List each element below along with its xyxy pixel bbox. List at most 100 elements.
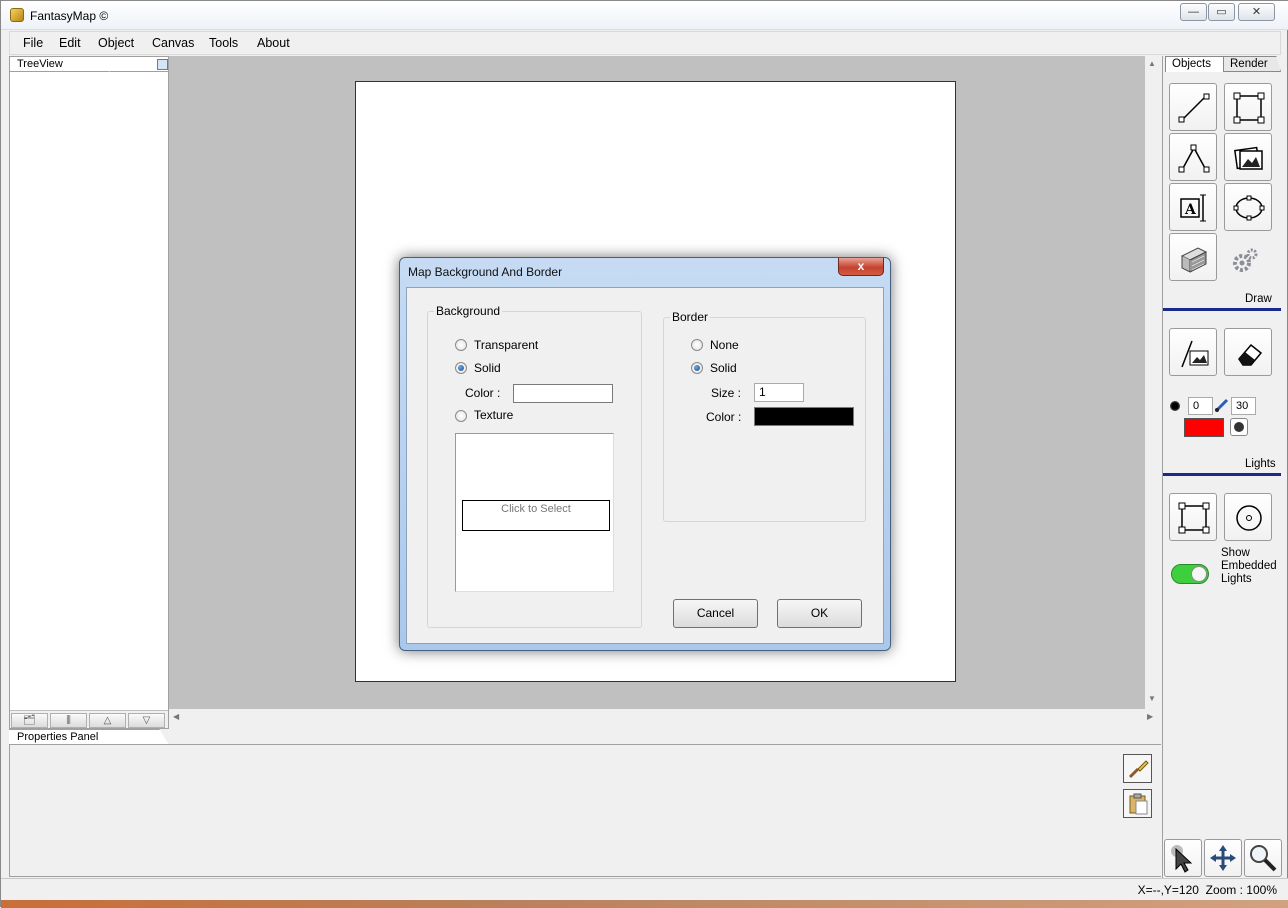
tree-open-button[interactable]: 🗂	[11, 713, 48, 728]
menu-edit[interactable]: Edit	[59, 36, 81, 50]
image-tool-button[interactable]	[1224, 133, 1272, 181]
lights-section-label: Lights	[1245, 458, 1276, 470]
tab-treeview[interactable]: TreeView	[10, 57, 110, 72]
hatch-tool-button[interactable]	[1169, 233, 1217, 281]
point-light-icon	[1236, 505, 1262, 531]
cursor-coordinates: X=--,Y=120	[1137, 883, 1199, 897]
zoom-tool-button[interactable]	[1244, 839, 1282, 877]
light-paint-tool-button[interactable]	[1169, 328, 1217, 376]
paste-button[interactable]	[1123, 789, 1152, 818]
border-solid-radio[interactable]	[691, 362, 703, 374]
move-arrows-icon	[1210, 845, 1236, 871]
dialog-body: Background Transparent Solid Color : Tex…	[406, 287, 884, 644]
light-radius-min-input[interactable]: 0	[1188, 397, 1213, 415]
tab-properties[interactable]: Properties Panel	[9, 729, 169, 745]
border-none-radio[interactable]	[691, 339, 703, 351]
dialog-title: Map Background And Border	[408, 265, 563, 279]
menu-canvas[interactable]: Canvas	[152, 36, 194, 50]
window-title: FantasyMap ©	[30, 9, 109, 23]
border-group-title: Border	[670, 310, 711, 324]
scroll-right-icon[interactable]: ▶	[1147, 712, 1153, 721]
border-size-input[interactable]: 1	[754, 383, 804, 402]
ellipse-icon	[1233, 195, 1265, 221]
horizontal-scrollbar[interactable]: ◀ ▶	[169, 709, 1161, 727]
bg-transparent-radio[interactable]	[455, 339, 467, 351]
magnifier-icon	[1250, 845, 1277, 872]
draw-section-label: Draw	[1245, 293, 1272, 305]
bg-transparent-label: Transparent	[474, 338, 539, 352]
dialog-close-button[interactable]: x	[838, 258, 884, 276]
light-shape-button[interactable]	[1230, 418, 1248, 436]
status-text: X=--,Y=120 Zoom : 100%	[1138, 883, 1277, 897]
app-window: FantasyMap © — ▭ ✕ File Edit Object Canv…	[0, 0, 1288, 908]
svg-text:A: A	[1184, 202, 1197, 218]
pen-icon	[1214, 397, 1230, 416]
tab-render[interactable]: Render	[1223, 56, 1281, 72]
menu-about[interactable]: About	[257, 36, 290, 50]
select-tool-button[interactable]	[1164, 839, 1202, 877]
light-color-swatch[interactable]	[1184, 418, 1224, 437]
bg-color-label: Color :	[465, 386, 501, 400]
toggle-knob	[1191, 566, 1207, 582]
bg-texture-radio[interactable]	[455, 410, 467, 422]
background-group-title: Background	[434, 304, 503, 318]
clipboard-icon	[1129, 793, 1148, 815]
scroll-left-icon[interactable]: ◀	[173, 712, 179, 721]
status-bar: X=--,Y=120 Zoom : 100%	[1, 878, 1288, 900]
menu-tools[interactable]: Tools	[209, 36, 238, 50]
border-color-swatch[interactable]	[754, 407, 854, 426]
border-solid-label: Solid	[710, 361, 737, 375]
rectangle-select-icon	[1178, 502, 1210, 534]
light-area-tool-button[interactable]	[1169, 493, 1217, 541]
bg-solid-label: Solid	[474, 361, 501, 375]
tab-objects[interactable]: Objects	[1165, 56, 1225, 72]
menu-object[interactable]: Object	[98, 36, 134, 50]
gears-icon	[1230, 246, 1260, 279]
rectangle-tool-button[interactable]	[1224, 83, 1272, 131]
show-embedded-lights-toggle[interactable]	[1171, 564, 1209, 584]
tree-split-button[interactable]: ⫼	[50, 713, 87, 728]
tree-move-up-button[interactable]: △	[89, 713, 126, 728]
eraser-icon	[1238, 343, 1263, 366]
point-light-tool-button[interactable]	[1224, 493, 1272, 541]
bg-texture-label: Texture	[474, 408, 514, 422]
zoom-level: Zoom : 100%	[1205, 883, 1277, 897]
section-divider	[1163, 473, 1281, 476]
pointer-icon	[1171, 845, 1193, 873]
border-color-label: Color :	[706, 410, 742, 424]
eraser-tool-button[interactable]	[1224, 328, 1272, 376]
scroll-down-icon[interactable]: ▼	[1148, 694, 1156, 703]
tree-move-down-button[interactable]: ▽	[128, 713, 165, 728]
rectangle-select-icon	[1233, 92, 1265, 124]
tab-divider	[110, 71, 168, 72]
scroll-up-icon[interactable]: ▲	[1148, 59, 1156, 68]
texture-preview: Click to Select	[455, 433, 614, 592]
title-bar: FantasyMap © — ▭ ✕	[1, 1, 1288, 30]
paint-image-icon	[1181, 340, 1209, 368]
border-none-label: None	[710, 338, 739, 352]
close-window-button[interactable]: ✕	[1238, 3, 1275, 21]
text-tool-button[interactable]: A	[1169, 183, 1217, 231]
show-embedded-lights-label: Show Embedded Lights	[1221, 547, 1277, 585]
minimize-button[interactable]: —	[1180, 3, 1207, 21]
texture-select-button[interactable]: Click to Select	[462, 500, 610, 531]
brush-button[interactable]	[1123, 754, 1152, 783]
polyline-icon	[1178, 144, 1210, 173]
pin-icon[interactable]	[157, 59, 168, 70]
pan-tool-button[interactable]	[1204, 839, 1242, 877]
maximize-button[interactable]: ▭	[1208, 3, 1235, 21]
line-tool-button[interactable]	[1169, 83, 1217, 131]
ok-button[interactable]: OK	[777, 599, 862, 628]
polyline-tool-button[interactable]	[1169, 133, 1217, 181]
border-size-label: Size :	[711, 386, 742, 400]
light-radius-max-input[interactable]: 30	[1231, 397, 1256, 415]
menu-file[interactable]: File	[23, 36, 43, 50]
section-divider	[1163, 308, 1281, 311]
bg-solid-radio[interactable]	[455, 362, 467, 374]
ellipse-tool-button[interactable]	[1224, 183, 1272, 231]
bg-color-swatch[interactable]	[513, 384, 613, 403]
vertical-scrollbar[interactable]: ▲ ▼	[1145, 56, 1161, 709]
circle-icon	[1234, 422, 1244, 432]
cancel-button[interactable]: Cancel	[673, 599, 758, 628]
tree-view-panel[interactable]: TreeView 🗂 ⫼ △ ▽	[9, 56, 169, 729]
